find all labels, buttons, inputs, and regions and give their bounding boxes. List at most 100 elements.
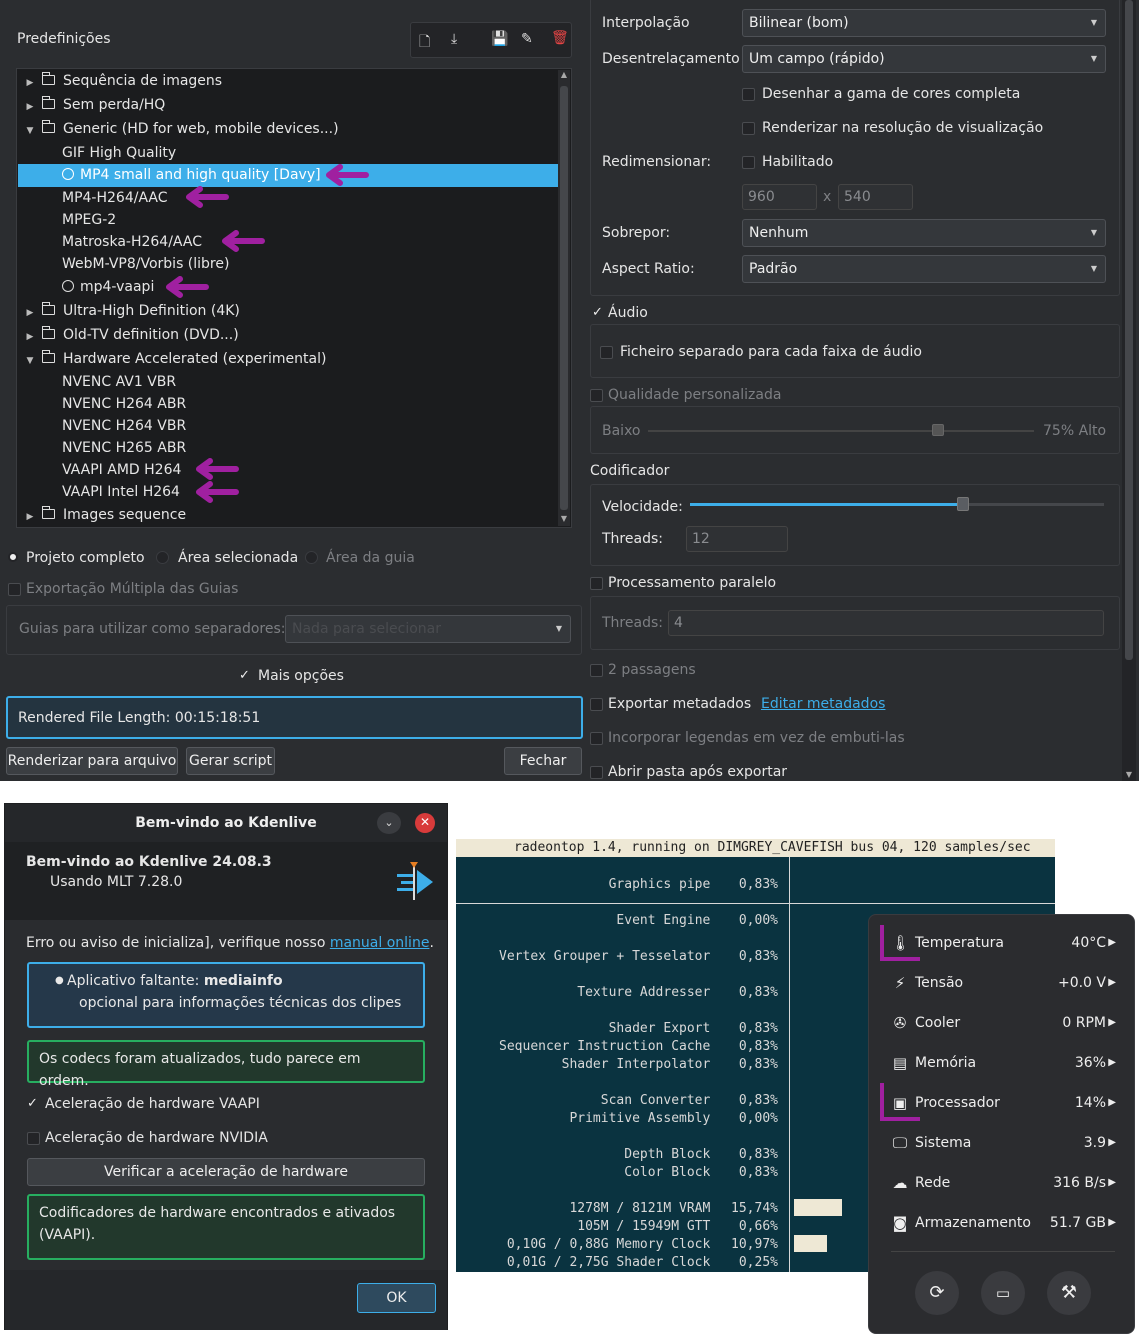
full-range-label: Desenhar a gama de cores completa (762, 86, 1021, 102)
sysmenu-item[interactable]: ✇ Cooler 0 RPM ▶ (869, 1003, 1136, 1043)
disk-icon: ◙ (892, 1214, 908, 1232)
tree-folder[interactable]: ▶ Sequência de imagens (18, 70, 558, 93)
expand-right-icon[interactable]: ▶ (22, 302, 38, 325)
custom-quality-checkbox[interactable] (590, 389, 603, 402)
deint-combo[interactable]: Um campo (rápido) ▼ (742, 45, 1106, 73)
tree-item[interactable]: MP4 small and high quality [Davy] (18, 164, 558, 187)
render-to-file-button[interactable]: Renderizar para arquivo (6, 747, 178, 775)
radio-selected-zone[interactable] (156, 551, 169, 564)
sysmenu-item-name: Sistema (915, 1135, 972, 1151)
edit-preset-icon[interactable]: ✎ (521, 31, 533, 47)
aspect-combo[interactable]: Padrão ▼ (742, 255, 1106, 283)
settings-tools-icon[interactable]: ⚒ (1047, 1271, 1091, 1315)
tree-folder[interactable]: ▶ Old-TV definition (DVD...) (18, 324, 558, 347)
cloud-icon: ☁ (892, 1174, 908, 1192)
highlight-mark-cpu (880, 1083, 884, 1119)
tree-folder[interactable]: ▶ Sem perda/HQ (18, 94, 558, 117)
open-folder-checkbox[interactable] (590, 766, 603, 779)
sysmenu-item[interactable]: ☁ Rede 316 B/s ▶ (869, 1163, 1136, 1203)
tree-folder[interactable]: ▶ Ultra-High Definition (4K) (18, 300, 558, 323)
tree-folder[interactable]: ▼ Generic (HD for web, mobile devices...) (18, 118, 558, 141)
sysmenu-item[interactable]: ◙ Armazenamento 51.7 GB ▶ (869, 1203, 1136, 1243)
expand-down-icon[interactable]: ▼ (22, 120, 38, 143)
close-icon[interactable]: ✕ (415, 813, 435, 833)
two-pass-checkbox[interactable] (590, 664, 603, 677)
tree-item[interactable]: VAAPI AMD H264 (18, 459, 558, 482)
radio-full-project[interactable] (8, 552, 18, 562)
tree-label: Generic (HD for web, mobile devices...) (63, 121, 339, 137)
tree-folder[interactable]: ▶ Images sequence (18, 504, 558, 527)
height-spin[interactable]: 540 (838, 184, 913, 210)
minimize-icon[interactable]: ⌄ (377, 812, 401, 834)
vaapi-check-icon: ✓ (27, 1096, 38, 1111)
quality-slider-track[interactable] (648, 430, 1034, 432)
right-scrollbar[interactable]: ▼ (1122, 0, 1136, 781)
full-range-checkbox[interactable] (742, 88, 755, 101)
tree-item[interactable]: NVENC H264 VBR (18, 415, 558, 438)
audio-label[interactable]: Áudio (608, 305, 648, 321)
tree-item[interactable]: MP4-H264/AAC (18, 187, 558, 210)
expand-right-icon[interactable]: ▶ (22, 72, 38, 95)
tree-item[interactable]: WebM-VP8/Vorbis (libre) (18, 253, 558, 276)
monitor-icon: 🖵 (892, 1134, 908, 1152)
expand-right-icon[interactable]: ▶ (22, 326, 38, 349)
tree-item[interactable]: mp4-vaapi (18, 276, 558, 299)
overlay-combo[interactable]: Nenhum ▼ (742, 219, 1106, 247)
rendered-length-box: Rendered File Length: 00:15:18:51 (6, 696, 583, 739)
ok-button[interactable]: OK (357, 1283, 436, 1313)
tree-label: MP4 small and high quality [Davy] (80, 167, 321, 183)
speed-slider-handle[interactable] (957, 497, 970, 511)
threads2-spin[interactable]: 4 (668, 610, 1104, 636)
guides-combo[interactable]: Nada para selecionar ▼ (285, 615, 571, 643)
nvidia-checkbox[interactable] (27, 1132, 40, 1145)
width-spin[interactable]: 960 (742, 184, 817, 210)
parallel-checkbox[interactable] (590, 577, 603, 590)
more-options-label[interactable]: Mais opções (258, 668, 344, 684)
preset-tree[interactable]: ▶ Sequência de imagens ▶ Sem perda/HQ ▼ Gener… (16, 68, 572, 528)
tree-item[interactable]: NVENC H265 ABR (18, 437, 558, 460)
tree-label: VAAPI AMD H264 (62, 462, 182, 478)
edit-meta-link[interactable]: Editar metadados (761, 696, 885, 712)
download-preset-icon[interactable]: ⤓ (451, 31, 457, 47)
manual-online-link[interactable]: manual online (330, 935, 430, 951)
generate-script-button[interactable]: Gerar script (186, 747, 275, 775)
tree-scrollbar[interactable]: ▲ ▼ (558, 70, 570, 526)
separate-audio-checkbox[interactable] (600, 346, 613, 359)
expand-right-icon[interactable]: ▶ (22, 506, 38, 529)
sysmenu-item[interactable]: ⚡ Tensão +0.0 V ▶ (869, 963, 1136, 1003)
save-preset-icon[interactable]: 💾 (491, 31, 508, 47)
close-button[interactable]: Fechar (504, 747, 582, 775)
export-meta-checkbox[interactable] (590, 698, 603, 711)
radio-guide-zone[interactable] (305, 551, 318, 564)
separate-audio-label: Ficheiro separado para cada faixa de áud… (620, 344, 922, 360)
expand-right-icon[interactable]: ▶ (22, 96, 38, 119)
interp-combo[interactable]: Bilinear (bom) ▼ (742, 9, 1106, 37)
threads-spin[interactable]: 12 (686, 526, 788, 552)
tree-item[interactable]: MPEG-2 (18, 209, 558, 232)
tree-item[interactable]: NVENC AV1 VBR (18, 371, 558, 394)
tree-item[interactable]: NVENC H264 ABR (18, 393, 558, 416)
sysmenu-item[interactable]: ▤ Memória 36% ▶ (869, 1043, 1136, 1083)
check-hw-button[interactable]: Verificar a aceleração de hardware (27, 1158, 425, 1186)
multi-export-checkbox[interactable] (8, 583, 21, 596)
embed-subs-checkbox[interactable] (590, 732, 603, 745)
resize-checkbox[interactable] (742, 156, 755, 169)
tree-item[interactable]: VAAPI Intel H264 (18, 481, 558, 504)
open-folder-label: Abrir pasta após exportar (608, 764, 788, 780)
metric-name: Event Engine (616, 913, 711, 928)
tree-item[interactable]: Matroska-H264/AAC (18, 231, 558, 254)
preview-res-checkbox[interactable] (742, 122, 755, 135)
tree-item[interactable]: GIF High Quality (18, 142, 558, 165)
sysmenu-item[interactable]: 🖵 Sistema 3.9 ▶ (869, 1123, 1136, 1163)
metric-value: 0,83% (738, 949, 778, 964)
delete-preset-icon[interactable]: 🗑 (551, 30, 569, 46)
vaapi-label[interactable]: Aceleração de hardware VAAPI (45, 1096, 260, 1112)
tree-folder[interactable]: ▼ Hardware Accelerated (experimental) (18, 348, 558, 371)
quality-slider-handle[interactable] (931, 424, 944, 436)
refresh-icon[interactable]: ⟳ (915, 1271, 959, 1315)
mlt-version: Usando MLT 7.28.0 (50, 874, 183, 890)
tree-label: NVENC H264 VBR (62, 418, 187, 434)
expand-down-icon[interactable]: ▼ (22, 350, 38, 373)
system-monitor-icon[interactable]: ▭ (981, 1271, 1025, 1315)
new-preset-icon[interactable]: 🗋 (419, 31, 430, 55)
